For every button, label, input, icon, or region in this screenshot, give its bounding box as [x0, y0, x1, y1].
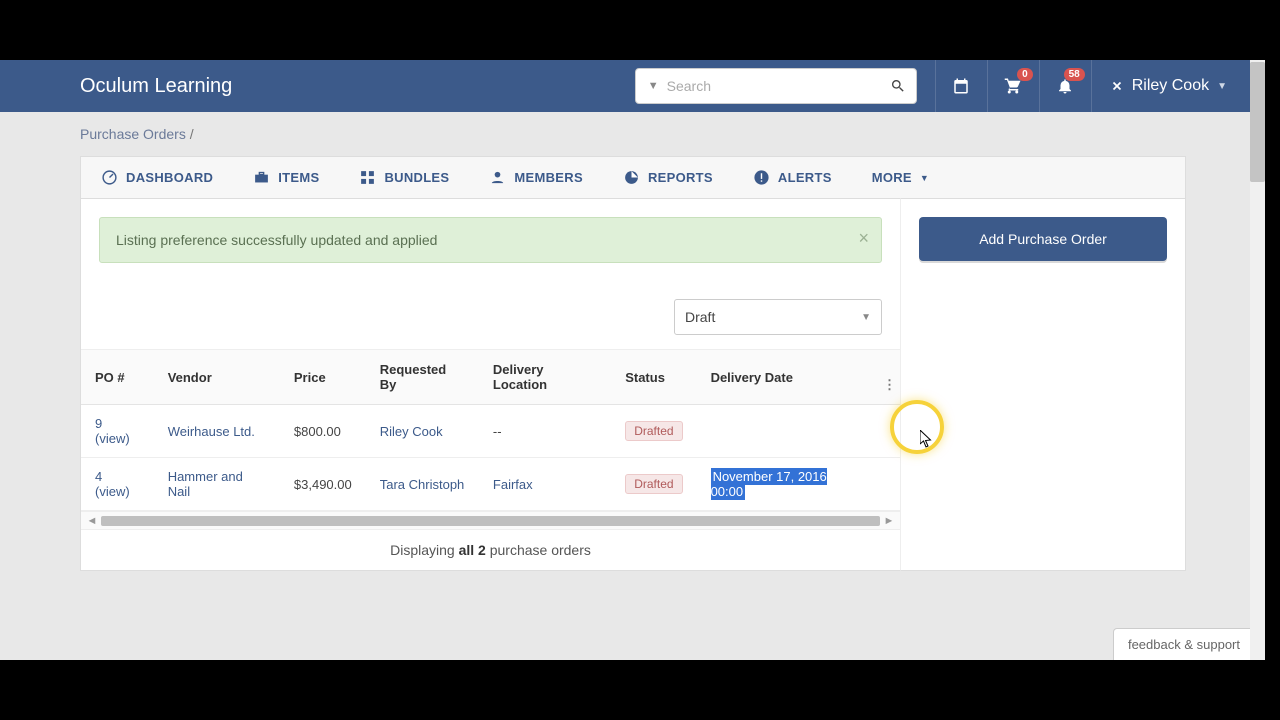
date-cell-highlighted[interactable]: November 17, 2016 00:00: [711, 468, 827, 500]
scroll-right-icon[interactable]: ►: [882, 515, 896, 527]
col-location[interactable]: Delivery Location: [479, 350, 611, 405]
col-status[interactable]: Status: [611, 350, 696, 405]
location-link[interactable]: Fairfax: [493, 477, 533, 492]
briefcase-icon: [253, 169, 270, 186]
col-po[interactable]: PO #: [81, 350, 154, 405]
po-link[interactable]: 4 (view): [95, 469, 130, 499]
grid-icon: [359, 169, 376, 186]
table-row: 9 (view) Weirhause Ltd. $800.00 Riley Co…: [81, 405, 900, 458]
scroll-left-icon[interactable]: ◄: [85, 515, 99, 527]
status-badge: Drafted: [625, 421, 682, 441]
alert-icon: [753, 169, 770, 186]
tab-label: REPORTS: [648, 170, 713, 185]
date-cell: [697, 405, 872, 458]
tab-more[interactable]: MORE ▼: [852, 157, 949, 198]
user-name: Riley Cook: [1132, 77, 1209, 95]
requested-by-link[interactable]: Riley Cook: [380, 424, 443, 439]
price-cell: $800.00: [280, 405, 366, 458]
main-panel: Listing preference successfully updated …: [80, 198, 901, 571]
pager-summary: Displaying all 2 purchase orders: [81, 529, 900, 570]
person-icon: [489, 169, 506, 186]
chevron-down-icon: ▼: [861, 312, 871, 323]
search-container: ▼: [635, 68, 917, 104]
col-requested-by[interactable]: Requested By: [366, 350, 479, 405]
main-tabs: DASHBOARD ITEMS BUNDLES MEMBERS REPORTS …: [80, 156, 1186, 198]
tab-dashboard[interactable]: DASHBOARD: [81, 157, 233, 198]
location-cell: --: [479, 405, 611, 458]
vertical-scrollbar[interactable]: [1250, 60, 1265, 660]
calendar-button[interactable]: [935, 60, 987, 112]
user-menu[interactable]: Riley Cook ▼: [1091, 60, 1245, 112]
col-vendor[interactable]: Vendor: [154, 350, 280, 405]
calendar-icon: [952, 77, 970, 95]
tab-label: ALERTS: [778, 170, 832, 185]
requested-by-link[interactable]: Tara Christoph: [380, 477, 465, 492]
col-delivery-date[interactable]: Delivery Date: [697, 350, 872, 405]
tab-label: DASHBOARD: [126, 170, 213, 185]
scroll-thumb[interactable]: [1250, 62, 1265, 182]
breadcrumb: Purchase Orders /: [0, 112, 1265, 156]
vendor-link[interactable]: Hammer and Nail: [168, 469, 243, 499]
col-price[interactable]: Price: [280, 350, 366, 405]
breadcrumb-sep: /: [186, 126, 194, 142]
scroll-track[interactable]: [101, 516, 880, 526]
cart-button[interactable]: 0: [987, 60, 1039, 112]
tab-label: BUNDLES: [384, 170, 449, 185]
tab-label: MORE: [872, 170, 912, 185]
cart-badge: 0: [1017, 68, 1033, 81]
status-filter-select[interactable]: Draft ▼: [674, 299, 882, 335]
feedback-tab[interactable]: feedback & support: [1113, 628, 1255, 660]
select-value: Draft: [685, 309, 715, 325]
table-row: 4 (view) Hammer and Nail $3,490.00 Tara …: [81, 458, 900, 511]
horizontal-scrollbar[interactable]: ◄ ►: [81, 511, 900, 529]
pie-icon: [623, 169, 640, 186]
tab-label: MEMBERS: [514, 170, 583, 185]
alert-close-button[interactable]: ×: [858, 228, 869, 249]
search-scope-caret[interactable]: ▼: [636, 80, 667, 92]
breadcrumb-link[interactable]: Purchase Orders: [80, 126, 186, 142]
search-button[interactable]: [880, 69, 916, 103]
tab-alerts[interactable]: ALERTS: [733, 157, 852, 198]
tab-reports[interactable]: REPORTS: [603, 157, 733, 198]
brand-title: Oculum Learning: [80, 75, 232, 98]
add-purchase-order-button[interactable]: Add Purchase Order: [919, 217, 1167, 261]
search-icon: [890, 78, 906, 94]
top-nav: Oculum Learning ▼ 0 58 Riley Cook ▼: [0, 60, 1265, 112]
close-icon: [1110, 79, 1124, 93]
side-panel: Add Purchase Order: [901, 198, 1186, 571]
tab-members[interactable]: MEMBERS: [469, 157, 603, 198]
kebab-icon[interactable]: ⋮: [883, 377, 896, 393]
po-table: PO # Vendor Price Requested By Delivery …: [81, 350, 900, 511]
tab-label: ITEMS: [278, 170, 319, 185]
filter-bar: Draft ▼: [81, 281, 900, 350]
search-input[interactable]: [667, 78, 880, 94]
chevron-down-icon: ▼: [920, 173, 929, 183]
notifications-button[interactable]: 58: [1039, 60, 1091, 112]
tab-items[interactable]: ITEMS: [233, 157, 339, 198]
gauge-icon: [101, 169, 118, 186]
tab-bundles[interactable]: BUNDLES: [339, 157, 469, 198]
vendor-link[interactable]: Weirhause Ltd.: [168, 424, 255, 439]
success-alert: Listing preference successfully updated …: [99, 217, 882, 263]
col-actions: ⋮: [872, 350, 900, 405]
chevron-down-icon: ▼: [1217, 81, 1227, 92]
notifications-badge: 58: [1064, 68, 1085, 81]
price-cell: $3,490.00: [280, 458, 366, 511]
po-link[interactable]: 9 (view): [95, 416, 130, 446]
status-badge: Drafted: [625, 474, 682, 494]
alert-text: Listing preference successfully updated …: [116, 232, 437, 248]
